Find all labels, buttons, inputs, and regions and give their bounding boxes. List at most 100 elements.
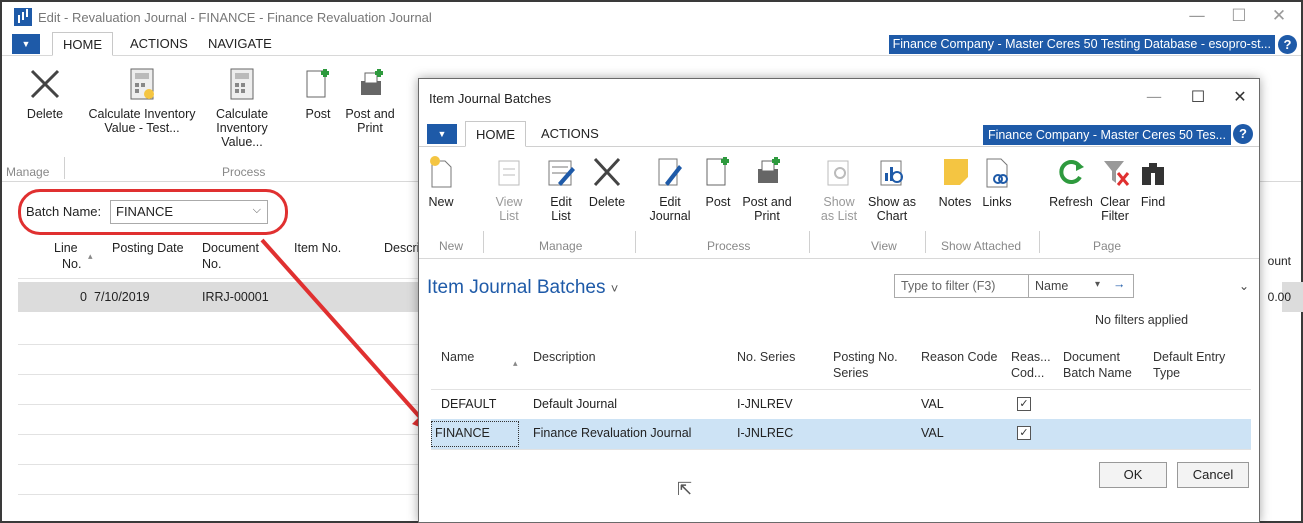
delete-button[interactable]: Delete [20, 67, 70, 121]
dialog-post-print-line2: Print [754, 209, 780, 223]
tab-actions[interactable]: ACTIONS [120, 32, 198, 56]
group-divider [1039, 231, 1040, 253]
col-default-entry-2: Type [1153, 366, 1181, 380]
printer-icon [361, 69, 383, 95]
item-journal-batches-dialog: Item Journal Batches — ☐ ✕ ▼ HOME ACTION… [418, 78, 1260, 523]
col-description[interactable]: Descri [384, 240, 419, 256]
table-row[interactable]: FINANCE Finance Revaluation Journal I-JN… [431, 419, 1251, 449]
printer-icon [758, 157, 780, 183]
post-print-line2: Print [357, 121, 383, 135]
dialog-tab-actions[interactable]: ACTIONS [531, 121, 609, 147]
batch-name-dropdown[interactable]: FINANCE ⌵ [110, 200, 268, 224]
filter-divider [1028, 275, 1029, 297]
post-document-icon [706, 157, 729, 186]
table-row[interactable]: DEFAULT Default Journal I-JNLREV VAL ✓ [431, 389, 1251, 419]
col-posting-no-series-2: Series [833, 366, 869, 380]
filter-go-arrow-icon[interactable]: → [1113, 277, 1126, 291]
post-document-icon [306, 69, 329, 98]
col-description[interactable]: Description [533, 349, 596, 365]
dialog-tab-bar: ▼ HOME ACTIONS Finance Company - Master … [419, 121, 1259, 147]
dialog-post-button[interactable]: Post [703, 155, 733, 209]
row-name: DEFAULT [441, 397, 497, 411]
dialog-maximize-button[interactable]: ☐ [1183, 87, 1213, 106]
post-button[interactable]: Post [298, 67, 338, 121]
links-button[interactable]: Links [979, 155, 1015, 209]
edit-list-line2: List [551, 209, 571, 223]
dialog-tab-home[interactable]: HOME [465, 121, 526, 147]
group-divider [635, 231, 636, 253]
window-titlebar: Edit - Revaluation Journal - FINANCE - F… [2, 2, 1301, 32]
group-process-label: Process [222, 165, 266, 179]
col-name[interactable]: Name [441, 349, 474, 365]
col-default-entry-1[interactable]: Default Entry [1153, 349, 1225, 365]
col-line-no-1[interactable]: Line [54, 240, 78, 256]
filter-search-box[interactable]: Type to filter (F3) Name ▾ → [894, 274, 1134, 298]
edit-journal-line2: Journal [649, 209, 691, 223]
find-label: Find [1140, 195, 1166, 209]
notes-button[interactable]: Notes [935, 155, 975, 209]
tab-home[interactable]: HOME [52, 32, 113, 56]
close-button[interactable]: ✕ [1264, 6, 1294, 26]
dialog-help-icon[interactable]: ? [1233, 124, 1253, 144]
grid-divider [18, 464, 418, 465]
help-icon[interactable]: ? [1278, 35, 1297, 54]
col-reas-cod-1[interactable]: Reas... [1011, 349, 1051, 365]
dialog-minimize-button[interactable]: — [1139, 87, 1169, 106]
clear-filter-button[interactable]: Clear Filter [1097, 155, 1133, 223]
ok-button[interactable]: OK [1099, 462, 1167, 488]
filter-field-select[interactable]: Name [1035, 279, 1068, 293]
col-document-batch-2: Batch Name [1063, 366, 1132, 380]
col-document-batch-1[interactable]: Document [1063, 349, 1120, 365]
show-as-list-button[interactable]: Show as List [819, 155, 859, 223]
find-button[interactable]: Find [1135, 155, 1171, 209]
new-button[interactable]: New [425, 155, 457, 209]
col-posting-no-series-1[interactable]: Posting No. [833, 349, 898, 365]
row-posting-date: 7/10/2019 [94, 290, 150, 304]
reason-checkbox[interactable]: ✓ [1017, 397, 1031, 411]
dialog-delete-button[interactable]: Delete [585, 155, 629, 209]
dialog-company-indicator: Finance Company - Master Ceres 50 Tes... [982, 125, 1231, 145]
dialog-delete-label: Delete [588, 195, 626, 209]
post-and-print-button[interactable]: Post and Print [342, 67, 398, 135]
chevron-down-icon[interactable]: ▾ [1095, 279, 1100, 290]
amount-value: 0.00 [1267, 290, 1291, 304]
reason-checkbox[interactable]: ✓ [1017, 426, 1031, 440]
col-reason-code[interactable]: Reason Code [921, 349, 997, 365]
view-list-button[interactable]: View List [491, 155, 527, 223]
app-menu-button[interactable]: ▼ [12, 34, 40, 54]
row-description: Finance Revaluation Journal [533, 426, 692, 440]
col-item-no[interactable]: Item No. [294, 240, 341, 256]
grid-divider [18, 344, 418, 345]
dialog-close-button[interactable]: ✕ [1225, 87, 1255, 106]
show-chart-line1: Show as [868, 195, 916, 209]
edit-journal-button[interactable]: Edit Journal [645, 155, 695, 223]
dialog-post-and-print-button[interactable]: Post and Print [739, 155, 795, 223]
list-title[interactable]: Item Journal Batches ˅ [427, 277, 618, 299]
journal-row[interactable]: 0 7/10/2019 IRRJ-00001 [18, 282, 418, 312]
batch-name-label: Batch Name: [26, 204, 102, 219]
collapse-chevron-icon[interactable]: ⌄ [1239, 279, 1249, 293]
grid-divider [18, 434, 418, 435]
row-reason-code: VAL [921, 426, 944, 440]
col-amount-header[interactable]: ount [1268, 254, 1291, 268]
maximize-button[interactable]: ☐ [1224, 6, 1254, 26]
grid-divider [431, 449, 1251, 450]
refresh-button[interactable]: Refresh [1047, 155, 1095, 209]
tab-navigate[interactable]: NAVIGATE [198, 32, 282, 56]
col-posting-date[interactable]: Posting Date [112, 240, 184, 256]
calculate-inventory-value-test-button[interactable]: Calculate Inventory Value - Test... [82, 67, 202, 135]
col-no-series[interactable]: No. Series [737, 349, 795, 365]
col-document-no-1[interactable]: Document [202, 240, 259, 256]
row-description: Default Journal [533, 397, 618, 411]
notes-label: Notes [938, 195, 972, 209]
filter-input[interactable]: Type to filter (F3) [901, 279, 995, 293]
show-as-chart-button[interactable]: Show as Chart [867, 155, 917, 223]
view-list-line1: View [495, 195, 523, 209]
calculate-inventory-value-button[interactable]: Calculate Inventory Value... [202, 67, 282, 149]
dialog-app-menu-button[interactable]: ▼ [427, 124, 457, 144]
edit-list-button[interactable]: Edit List [543, 155, 579, 223]
calc-test-line2: Value - Test... [104, 121, 180, 135]
chevron-down-icon: ˅ [610, 281, 619, 296]
cancel-button[interactable]: Cancel [1177, 462, 1249, 488]
minimize-button[interactable]: — [1182, 6, 1212, 26]
